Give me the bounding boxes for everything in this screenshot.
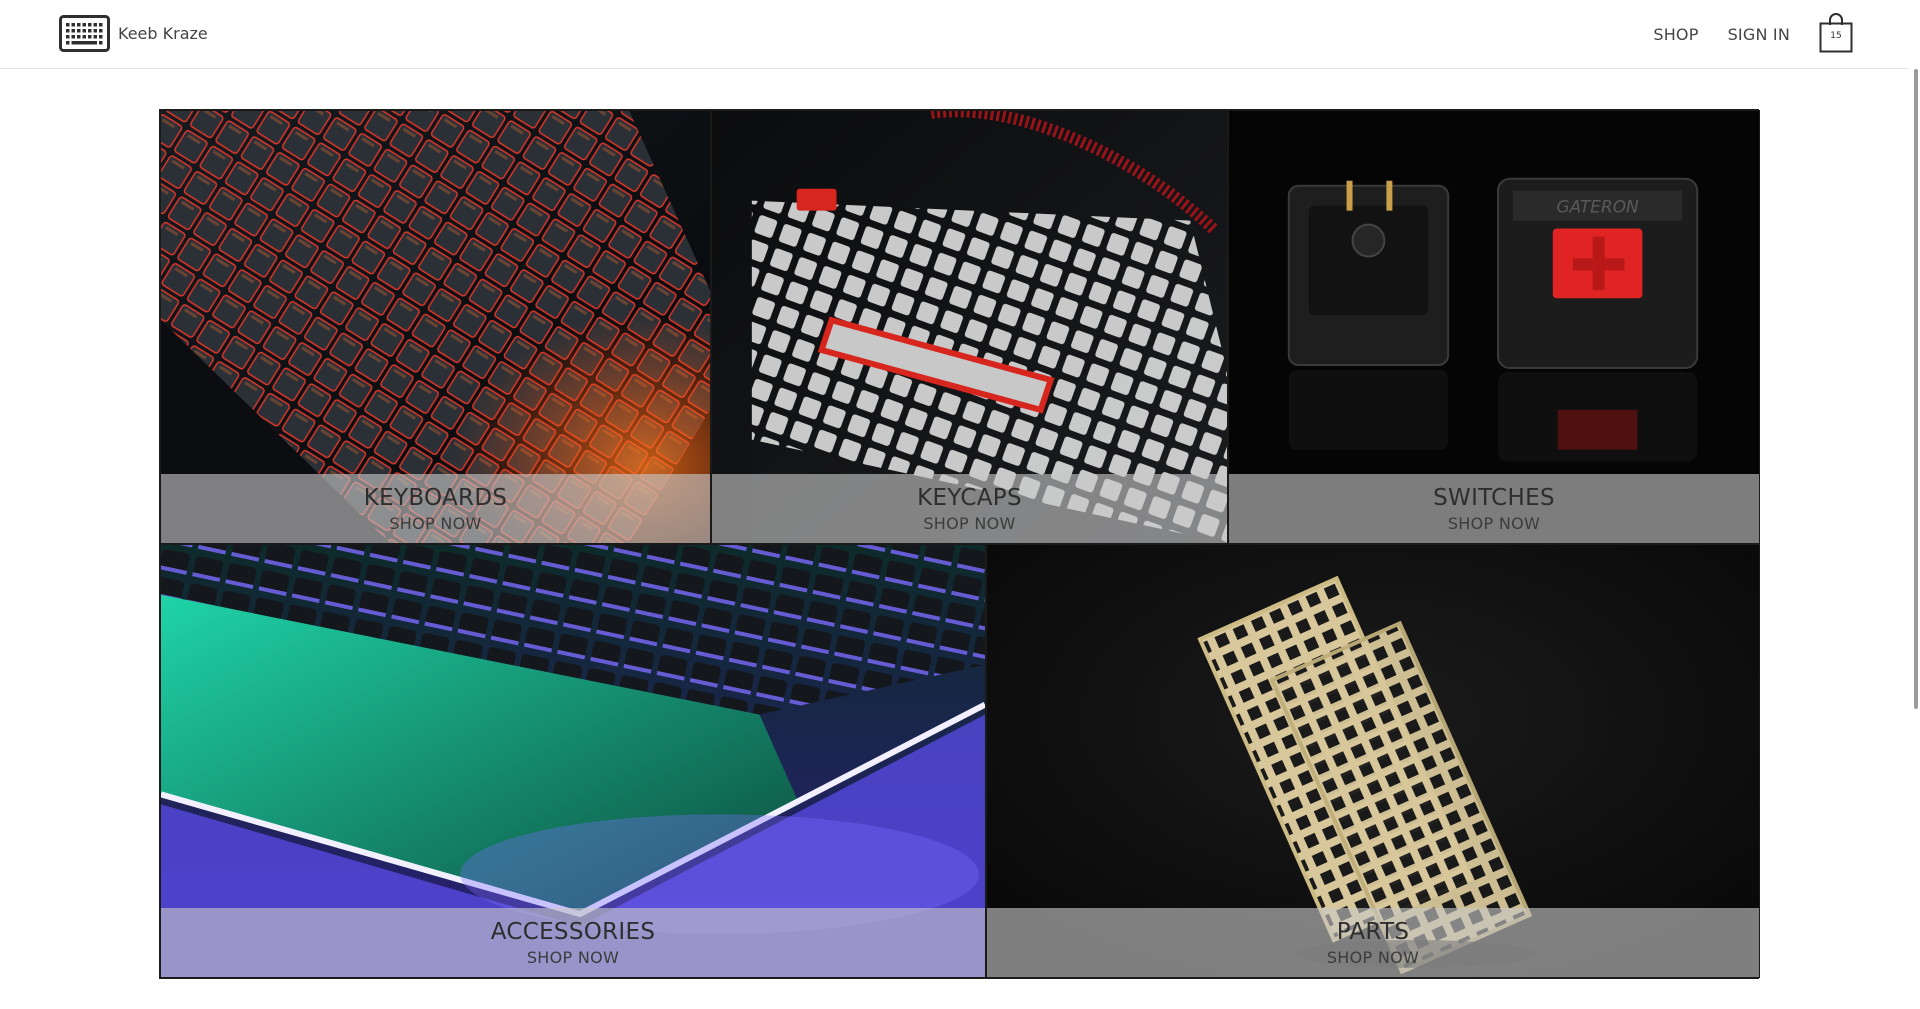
shop-now-link[interactable]: SHOP NOW (1229, 514, 1759, 533)
switches-caption[interactable]: SWITCHES SHOP NOW (1229, 474, 1759, 543)
category-title: SWITCHES (1433, 485, 1555, 511)
shop-now-link[interactable]: SHOP NOW (161, 514, 710, 533)
page-scrollbar[interactable] (1908, 0, 1920, 1009)
keycaps-caption[interactable]: KEYCAPS SHOP NOW (712, 474, 1227, 543)
category-tile-keyboards[interactable]: KEYBOARDS SHOP NOW (160, 110, 711, 544)
shop-now-link[interactable]: SHOP NOW (712, 514, 1227, 533)
category-grid: KEYBOARDS SHOP NOW KEYCAPS SHOP NOW GATE… (159, 109, 1760, 979)
nav-shop-link[interactable]: SHOP (1653, 25, 1698, 44)
svg-text:GATERON: GATERON (1556, 197, 1639, 217)
category-title: PARTS (1336, 919, 1410, 945)
category-tile-parts[interactable]: PARTS SHOP NOW (986, 544, 1760, 978)
category-title: KEYBOARDS (363, 485, 508, 511)
accessories-caption[interactable]: ACCESSORIES SHOP NOW (161, 908, 985, 977)
keyboards-caption[interactable]: KEYBOARDS SHOP NOW (161, 474, 710, 543)
parts-caption[interactable]: PARTS SHOP NOW (987, 908, 1759, 977)
category-tile-keycaps[interactable]: KEYCAPS SHOP NOW (711, 110, 1228, 544)
cart-count-badge: 15 (1830, 30, 1842, 41)
keyboard-icon (59, 14, 110, 52)
main-nav: SHOP SIGN IN 15 (1653, 9, 1853, 59)
category-tile-switches[interactable]: GATERON SWITCHES SHOP NOW (1228, 110, 1760, 544)
nav-signin-link[interactable]: SIGN IN (1728, 25, 1790, 44)
category-title: ACCESSORIES (490, 919, 656, 945)
cart-button[interactable]: 15 (1819, 12, 1853, 53)
brand-name: Keeb Kraze (118, 23, 208, 43)
category-tile-accessories[interactable]: ACCESSORIES SHOP NOW (160, 544, 986, 978)
shop-now-link[interactable]: SHOP NOW (987, 948, 1759, 967)
home-logo-link[interactable]: Keeb Kraze (59, 14, 208, 52)
category-title: KEYCAPS (917, 485, 1022, 511)
shop-now-link[interactable]: SHOP NOW (161, 948, 985, 967)
site-header: Keeb Kraze SHOP SIGN IN 15 (0, 0, 1920, 69)
scrollbar-thumb[interactable] (1914, 69, 1918, 709)
